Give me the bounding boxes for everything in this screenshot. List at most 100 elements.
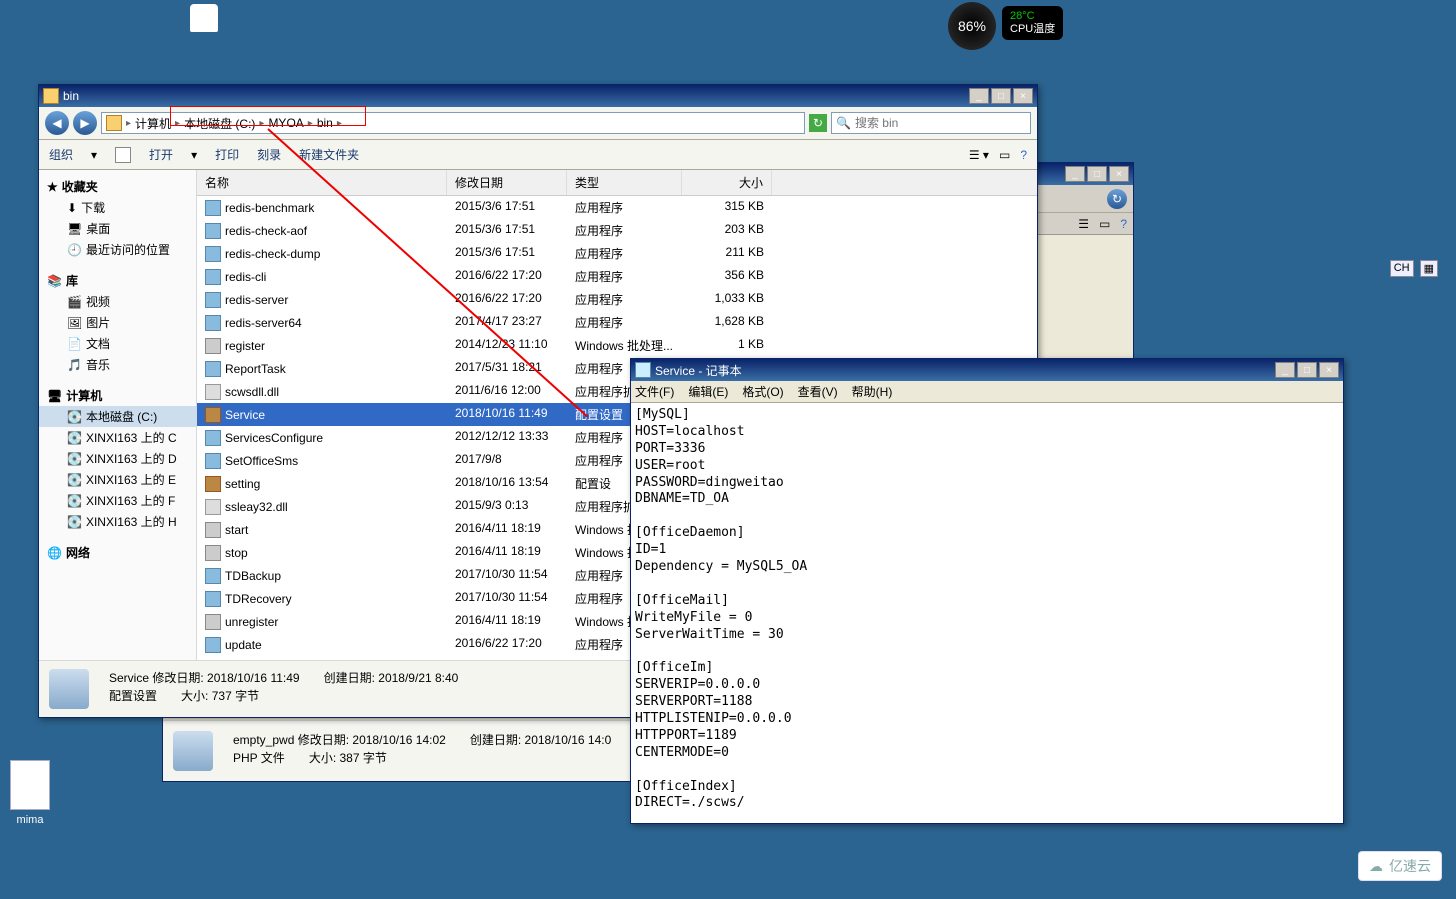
- language-bar[interactable]: CH ▦: [1390, 260, 1438, 277]
- np-close-button[interactable]: ×: [1319, 362, 1339, 378]
- preview-pane-button[interactable]: ▭: [999, 148, 1010, 162]
- drive-icon: 💽: [67, 410, 82, 424]
- cmd-newfolder[interactable]: 新建文件夹: [299, 146, 359, 163]
- sidebar-item-downloads[interactable]: ⬇下载: [39, 197, 196, 218]
- file-row[interactable]: redis-server2016/6/22 17:20应用程序1,033 KB: [197, 288, 1037, 311]
- bg-help-icon[interactable]: ?: [1120, 217, 1127, 231]
- sidebar-item-desktop[interactable]: 🖥桌面: [39, 218, 196, 239]
- cmd-burn[interactable]: 刻录: [257, 146, 281, 163]
- sidebar-item-videos[interactable]: 🎬视频: [39, 291, 196, 312]
- cmd-organize[interactable]: 组织: [49, 146, 73, 163]
- download-icon: ⬇: [67, 201, 77, 215]
- bg-refresh-button[interactable]: ↻: [1107, 189, 1127, 209]
- bg-close-button[interactable]: ×: [1109, 166, 1129, 182]
- notepad-content[interactable]: [MySQL] HOST=localhost PORT=3336 USER=ro…: [631, 403, 1343, 823]
- recent-icon: 🕘: [67, 243, 82, 257]
- col-type[interactable]: 类型: [567, 170, 682, 195]
- sidebar-hdr-computer[interactable]: 🖥计算机: [39, 385, 196, 406]
- bg-minimize-button[interactable]: _: [1065, 166, 1085, 182]
- folder-icon: [106, 115, 122, 131]
- crumb-computer[interactable]: 计算机: [135, 115, 171, 132]
- file-row[interactable]: register2014/12/23 11:10Windows 批处理...1 …: [197, 334, 1037, 357]
- np-maximize-button[interactable]: □: [1297, 362, 1317, 378]
- menu-edit[interactable]: 编辑(E): [688, 383, 728, 400]
- file-row[interactable]: redis-check-dump2015/3/6 17:51应用程序211 KB: [197, 242, 1037, 265]
- menu-help[interactable]: 帮助(H): [852, 383, 893, 400]
- file-date: 2017/10/30 11:54: [447, 589, 567, 608]
- np-minimize-button[interactable]: _: [1275, 362, 1295, 378]
- sidebar-hdr-network[interactable]: 🌐网络: [39, 542, 196, 563]
- search-input[interactable]: [855, 116, 1026, 130]
- file-icon: [205, 407, 221, 423]
- bg-maximize-button[interactable]: □: [1087, 166, 1107, 182]
- file-name: start: [225, 523, 248, 537]
- annotation-box-breadcrumb: [170, 106, 366, 126]
- cmd-open[interactable]: 打开: [149, 146, 173, 163]
- sidebar-item-netdrive-d[interactable]: 💽XINXI163 上的 D: [39, 448, 196, 469]
- file-row[interactable]: redis-server642017/4/17 23:27应用程序1,628 K…: [197, 311, 1037, 334]
- lang-code[interactable]: CH: [1390, 260, 1414, 277]
- file-date: 2017/5/31 18:21: [447, 359, 567, 378]
- view-button[interactable]: ☰ ▾: [969, 148, 989, 162]
- back-button[interactable]: ◀: [45, 111, 69, 135]
- sidebar-item-netdrive-h[interactable]: 💽XINXI163 上的 H: [39, 511, 196, 532]
- sidebar-item-netdrive-c[interactable]: 💽XINXI163 上的 C: [39, 427, 196, 448]
- cmd-print[interactable]: 打印: [215, 146, 239, 163]
- col-date[interactable]: 修改日期: [447, 170, 567, 195]
- notepad-title: Service - 记事本: [655, 362, 1275, 379]
- file-date: 2017/10/30 11:54: [447, 566, 567, 585]
- file-name: register: [225, 339, 265, 353]
- sidebar-hdr-favorites[interactable]: ★收藏夹: [39, 176, 196, 197]
- bg-layout-icon[interactable]: ▭: [1099, 217, 1110, 231]
- titlebar[interactable]: bin _ □ ×: [39, 85, 1037, 107]
- sidebar-item-netdrive-e[interactable]: 💽XINXI163 上的 E: [39, 469, 196, 490]
- forward-button[interactable]: ▶: [73, 111, 97, 135]
- desktop-icon-shirt[interactable]: [190, 4, 218, 32]
- col-size[interactable]: 大小: [682, 170, 772, 195]
- maximize-button[interactable]: □: [991, 88, 1011, 104]
- file-date: 2017/9/8: [447, 451, 567, 470]
- sidebar-item-recent[interactable]: 🕘最近访问的位置: [39, 239, 196, 260]
- status-type: 配置设置: [109, 689, 157, 703]
- lang-ime-icon[interactable]: ▦: [1420, 260, 1438, 277]
- file-date: 2016/4/11 18:19: [447, 612, 567, 631]
- close-button[interactable]: ×: [1013, 88, 1033, 104]
- menu-file[interactable]: 文件(F): [635, 383, 674, 400]
- cpu-temp-widget[interactable]: 28°C CPU温度: [1002, 6, 1063, 40]
- search-box[interactable]: 🔍: [831, 112, 1031, 134]
- sidebar-item-documents[interactable]: 📄文档: [39, 333, 196, 354]
- refresh-button[interactable]: ↻: [809, 114, 827, 132]
- sidebar-item-pictures[interactable]: 🖼图片: [39, 312, 196, 333]
- file-name: Service: [225, 408, 265, 422]
- netdrive-icon: 💽: [67, 515, 82, 529]
- file-date: 2016/6/22 17:20: [447, 267, 567, 286]
- file-icon: [205, 361, 221, 377]
- help-button[interactable]: ?: [1020, 148, 1027, 162]
- file-icon: [205, 453, 221, 469]
- cpu-gauge[interactable]: 86%: [948, 2, 996, 50]
- file-row[interactable]: redis-benchmark2015/3/6 17:51应用程序315 KB: [197, 196, 1037, 219]
- notepad-titlebar[interactable]: Service - 记事本 _ □ ×: [631, 359, 1343, 381]
- col-name[interactable]: 名称: [197, 170, 447, 195]
- sidebar-item-music[interactable]: 🎵音乐: [39, 354, 196, 375]
- file-row[interactable]: redis-cli2016/6/22 17:20应用程序356 KB: [197, 265, 1037, 288]
- file-row[interactable]: redis-check-aof2015/3/6 17:51应用程序203 KB: [197, 219, 1037, 242]
- file-date: 2018/10/16 13:54: [447, 474, 567, 493]
- file-type: 应用程序: [567, 221, 682, 240]
- computer-icon: 🖥: [47, 389, 62, 403]
- file-name: redis-benchmark: [225, 201, 314, 215]
- minimize-button[interactable]: _: [969, 88, 989, 104]
- file-name: ServicesConfigure: [225, 431, 323, 445]
- sidebar-hdr-libraries[interactable]: 📚库: [39, 270, 196, 291]
- file-name: redis-server64: [225, 316, 302, 330]
- sidebar-item-drive-c[interactable]: 💽本地磁盘 (C:): [39, 406, 196, 427]
- file-date: 2015/3/6 17:51: [447, 244, 567, 263]
- file-icon: [205, 499, 221, 515]
- desktop-file-mima[interactable]: mima: [10, 760, 50, 826]
- file-icon: [205, 292, 221, 308]
- menu-view[interactable]: 查看(V): [798, 383, 838, 400]
- sidebar-item-netdrive-f[interactable]: 💽XINXI163 上的 F: [39, 490, 196, 511]
- bg-view-icon[interactable]: ☰: [1078, 217, 1089, 231]
- menu-format[interactable]: 格式(O): [742, 383, 783, 400]
- netdrive-icon: 💽: [67, 431, 82, 445]
